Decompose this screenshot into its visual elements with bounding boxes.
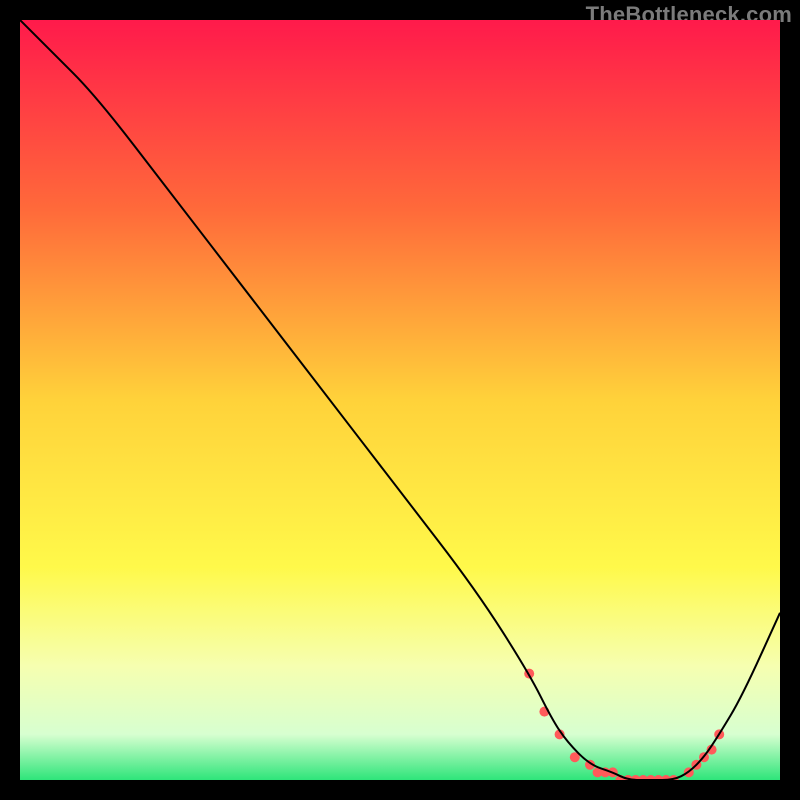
chart-root: TheBottleneck.com (0, 0, 800, 800)
chart-background (20, 20, 780, 780)
bottleneck-chart (20, 20, 780, 780)
